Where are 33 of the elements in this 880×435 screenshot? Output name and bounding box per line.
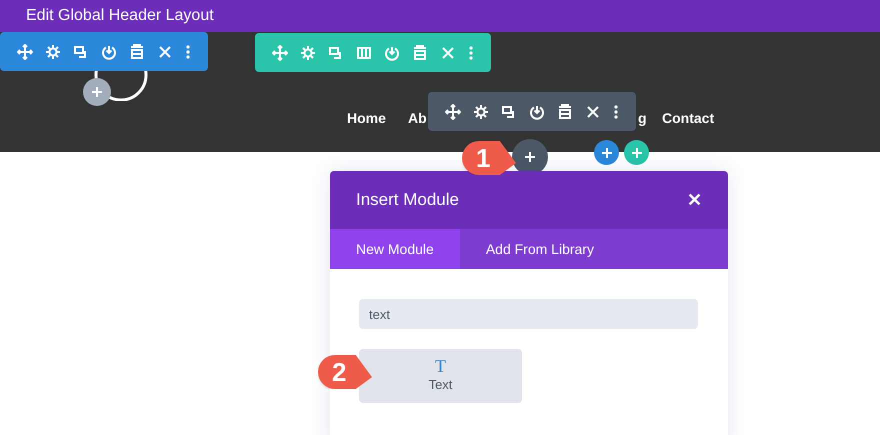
plus-icon	[525, 152, 535, 162]
duplicate-icon[interactable]	[73, 44, 89, 60]
module-tile[interactable]: T Text	[359, 349, 522, 403]
power-icon[interactable]	[529, 104, 545, 120]
nav-link[interactable]: Ab	[408, 108, 427, 129]
plus-icon	[602, 148, 612, 158]
add-button[interactable]	[594, 140, 619, 165]
power-icon[interactable]	[101, 44, 117, 60]
settings-icon[interactable]	[473, 104, 489, 120]
tab[interactable]: Add From Library	[460, 229, 620, 269]
tab[interactable]: New Module	[330, 229, 460, 269]
more-icon[interactable]	[185, 44, 191, 60]
window-title: Edit Global Header Layout	[26, 6, 214, 26]
search-field[interactable]: text	[359, 299, 698, 329]
plus-icon	[92, 87, 102, 97]
modal-title: Insert Module	[356, 189, 459, 212]
close-icon[interactable]	[157, 44, 173, 60]
more-icon[interactable]	[613, 104, 619, 120]
trash-icon[interactable]	[557, 104, 573, 120]
add-button[interactable]	[624, 140, 649, 165]
duplicate-icon[interactable]	[501, 104, 517, 120]
columns-icon[interactable]	[356, 44, 372, 60]
trash-icon[interactable]	[129, 44, 145, 60]
close-icon[interactable]	[585, 104, 601, 120]
text-icon: T	[435, 357, 446, 376]
move-icon[interactable]	[17, 44, 33, 60]
nav-link[interactable]: Contact	[662, 108, 714, 129]
plus-icon	[632, 148, 642, 158]
move-icon[interactable]	[445, 104, 461, 120]
settings-icon[interactable]	[45, 44, 61, 60]
nav-link[interactable]: Home	[347, 108, 386, 129]
close-button[interactable]: ✕	[687, 186, 702, 214]
nav-link[interactable]: g	[638, 108, 647, 129]
